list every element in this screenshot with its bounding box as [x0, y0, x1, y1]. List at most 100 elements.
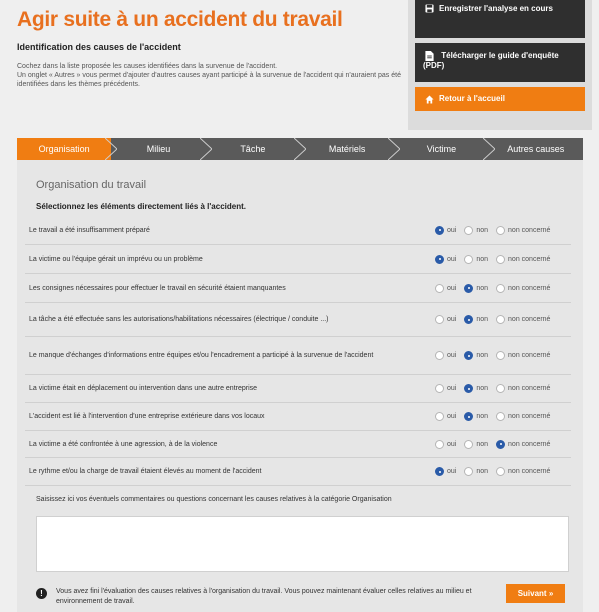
tab-victime[interactable]: Victime [394, 138, 495, 160]
question-text: Le rythme et/ou la charge de travail éta… [29, 468, 262, 475]
question-row: Le rythme et/ou la charge de travail éta… [25, 458, 571, 486]
tab-autres-causes[interactable]: Autres causes [489, 138, 583, 160]
option-oui[interactable]: oui [435, 384, 456, 393]
radio-button[interactable] [464, 351, 474, 360]
option-oui[interactable]: oui [435, 254, 457, 264]
radio-button[interactable] [435, 384, 444, 393]
option-label: oui [447, 255, 457, 263]
option-label: oui [447, 440, 457, 448]
next-button[interactable]: Suivant » [506, 584, 565, 603]
radio-button[interactable] [435, 351, 444, 360]
question-text: La victime était en déplacement ou inter… [29, 385, 258, 392]
option-non[interactable]: non [464, 225, 488, 235]
radio-button[interactable] [496, 254, 506, 264]
question-text: La tâche a été effectuée sans les autori… [29, 316, 329, 323]
radio-button[interactable] [435, 225, 444, 235]
radio-button[interactable] [496, 384, 506, 393]
radio-button[interactable] [464, 225, 474, 235]
option-non-concerne[interactable]: non concerné [496, 315, 550, 324]
question-text: Le manque d'échanges d'informations entr… [29, 352, 374, 359]
radio-button[interactable] [464, 412, 474, 421]
option-oui[interactable]: oui [435, 351, 456, 360]
option-non-concerne[interactable]: non concerné [496, 254, 550, 264]
question-row: Les consignes nécessaires pour effectuer… [25, 274, 571, 303]
save-analysis-button[interactable]: Enregistrer l'analyse en cours [415, 0, 585, 38]
download-guide-button[interactable]: Télécharger le guide d'enquête (PDF) [415, 43, 585, 82]
option-non[interactable]: non [464, 384, 488, 393]
answer-radio-group: oui non non concerné [435, 384, 550, 393]
option-oui[interactable]: oui [435, 225, 457, 235]
option-label: oui [447, 352, 457, 359]
radio-button[interactable] [435, 412, 444, 421]
radio-button[interactable] [464, 315, 474, 324]
radio-button[interactable] [496, 315, 506, 324]
radio-button[interactable] [435, 254, 444, 264]
completion-info: ! Vous avez fini l'évaluation des causes… [36, 587, 506, 607]
option-non[interactable]: non [464, 412, 488, 421]
option-oui[interactable]: oui [435, 283, 456, 293]
radio-button[interactable] [496, 351, 506, 360]
option-label: non [476, 468, 489, 475]
option-label: oui [447, 226, 457, 234]
option-label: non concerné [508, 316, 551, 323]
tab-label: Tâche [240, 144, 266, 154]
option-label: non concerné [508, 440, 551, 448]
home-label: Retour à l'accueil [439, 94, 505, 103]
radio-button[interactable] [464, 439, 474, 449]
radio-button[interactable] [464, 384, 474, 393]
radio-button[interactable] [435, 467, 444, 476]
option-non[interactable]: non [464, 254, 488, 264]
radio-button[interactable] [496, 412, 506, 421]
radio-button[interactable] [464, 283, 474, 293]
radio-button[interactable] [464, 254, 474, 264]
answer-radio-group: oui non non concerné [435, 225, 551, 235]
question-text: Le travail a été insuffisamment préparé [29, 226, 150, 234]
home-button[interactable]: Retour à l'accueil [415, 87, 585, 111]
option-oui[interactable]: oui [435, 315, 456, 324]
answer-radio-group: oui non non concerné [435, 439, 551, 449]
option-non-concerne[interactable]: non concerné [496, 351, 550, 360]
side-actions-panel: Enregistrer l'analyse en cours Télécharg… [408, 0, 592, 130]
option-label: non [476, 316, 489, 323]
option-label: non concerné [508, 226, 551, 234]
category-tabs: Organisation Milieu Tâche Matériels Vict… [17, 138, 583, 160]
option-non[interactable]: non [464, 315, 488, 324]
save-analysis-label: Enregistrer l'analyse en cours [439, 4, 553, 13]
radio-button[interactable] [496, 283, 506, 293]
option-non-concerne[interactable]: non concerné [496, 384, 550, 393]
option-non[interactable]: non [464, 467, 488, 476]
tab-milieu[interactable]: Milieu [111, 138, 212, 160]
answer-radio-group: oui non non concerné [435, 412, 550, 421]
tab-materiels[interactable]: Matériels [300, 138, 401, 160]
option-non-concerne[interactable]: non concerné [496, 225, 551, 235]
option-oui[interactable]: oui [435, 467, 456, 476]
radio-button[interactable] [435, 439, 444, 449]
option-oui[interactable]: oui [435, 439, 457, 449]
radio-button[interactable] [464, 467, 474, 476]
option-oui[interactable]: oui [435, 412, 456, 421]
comment-textarea[interactable] [36, 516, 569, 572]
radio-button[interactable] [496, 467, 506, 476]
tab-tache[interactable]: Tâche [206, 138, 306, 160]
page-header: Agir suite à un accident du travail Iden… [17, 8, 402, 89]
option-label: non [476, 413, 489, 420]
radio-button[interactable] [435, 315, 444, 324]
option-non-concerne[interactable]: non concerné [496, 439, 551, 449]
radio-button[interactable] [496, 225, 506, 235]
page-subtitle: Identification des causes de l'accident [17, 42, 181, 52]
question-row: La victime ou l'équipe gérait un imprévu… [25, 245, 571, 274]
option-label: non [476, 440, 489, 448]
option-non[interactable]: non [464, 351, 488, 360]
option-non[interactable]: non [464, 439, 489, 449]
option-non-concerne[interactable]: non concerné [496, 412, 550, 421]
tab-organisation[interactable]: Organisation [17, 138, 118, 160]
option-label: non concerné [508, 413, 551, 420]
option-non-concerne[interactable]: non concerné [496, 467, 550, 476]
option-non-concerne[interactable]: non concerné [496, 283, 550, 293]
radio-button[interactable] [435, 283, 444, 293]
option-label: non [476, 385, 489, 392]
radio-button[interactable] [496, 439, 506, 449]
option-non[interactable]: non [464, 283, 488, 293]
answer-radio-group: oui non non concerné [435, 254, 550, 264]
download-guide-label: Télécharger le guide d'enquête (PDF) [423, 51, 559, 70]
